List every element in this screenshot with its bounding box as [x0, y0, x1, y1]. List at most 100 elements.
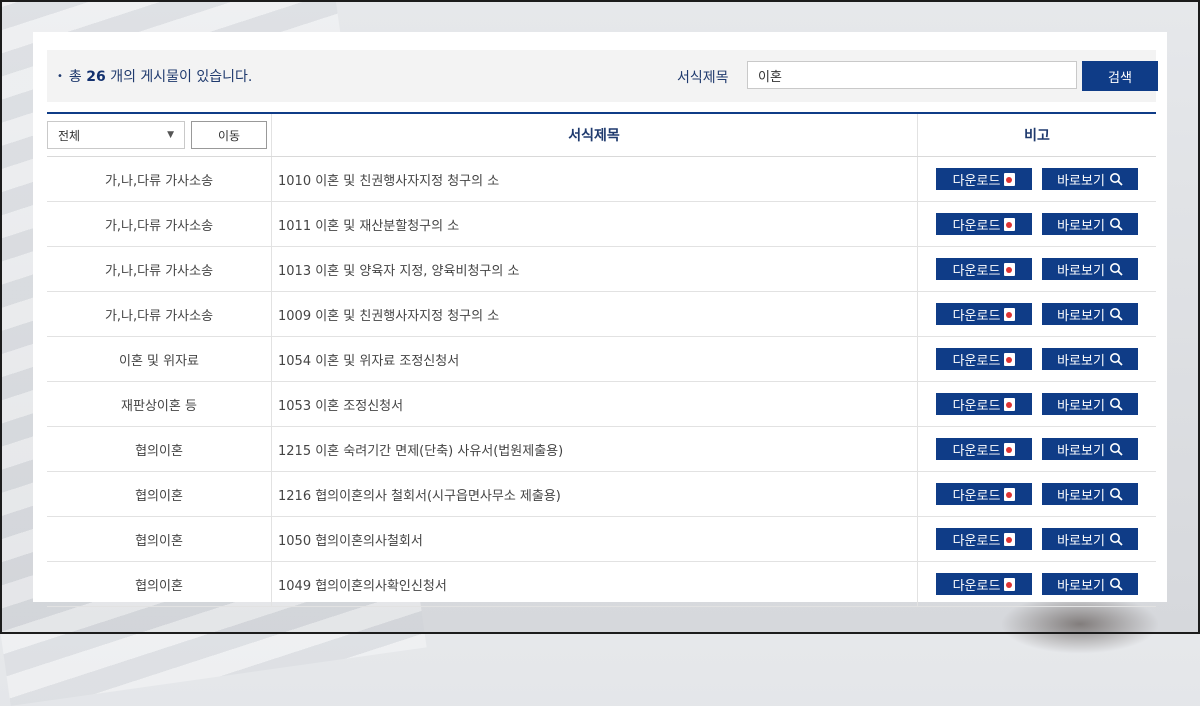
view-button[interactable]: 바로보기	[1042, 483, 1138, 505]
download-label: 다운로드	[952, 353, 1001, 369]
view-button[interactable]: 바로보기	[1042, 573, 1138, 595]
row-actions: 다운로드 바로보기	[917, 156, 1156, 202]
summary-count: 26	[86, 69, 106, 85]
search-icon	[1109, 353, 1123, 366]
download-label: 다운로드	[952, 488, 1001, 504]
column-header-title: 서식제목	[271, 113, 918, 157]
view-label: 바로보기	[1057, 533, 1105, 549]
view-button[interactable]: 바로보기	[1042, 528, 1138, 550]
download-label: 다운로드	[952, 218, 1001, 234]
row-category: 협의이혼	[47, 561, 272, 607]
download-label: 다운로드	[952, 533, 1001, 549]
search-button[interactable]: 검색	[1082, 61, 1158, 91]
search-icon	[1109, 398, 1123, 411]
row-category: 협의이혼	[47, 516, 272, 562]
file-icon	[1004, 172, 1016, 186]
download-label: 다운로드	[952, 398, 1001, 414]
row-actions: 다운로드 바로보기	[917, 336, 1156, 382]
row-title[interactable]: 1049 협의이혼의사확인신청서	[271, 561, 918, 607]
table-row: 가,나,다류 가사소송 1009 이혼 및 친권행사자지정 청구의 소 다운로드 바로…	[47, 291, 1156, 337]
table-row: 협의이혼 1216 협의이혼의사 철회서(시구읍면사무소 제출용) 다운로드 바로보기	[47, 471, 1156, 517]
search-icon	[1109, 443, 1123, 456]
row-actions: 다운로드 바로보기	[917, 291, 1156, 337]
row-actions: 다운로드 바로보기	[917, 561, 1156, 607]
download-button[interactable]: 다운로드	[936, 528, 1032, 550]
bullet-icon: •	[57, 71, 63, 82]
table-row: 이혼 및 위자료 1054 이혼 및 위자료 조정신청서 다운로드 바로보기	[47, 336, 1156, 382]
view-label: 바로보기	[1057, 173, 1105, 189]
summary-suffix: 개의 게시물이 있습니다.	[110, 69, 253, 85]
download-button[interactable]: 다운로드	[936, 483, 1032, 505]
view-label: 바로보기	[1057, 443, 1105, 459]
row-title[interactable]: 1009 이혼 및 친권행사자지정 청구의 소	[271, 291, 918, 337]
move-button[interactable]: 이동	[191, 121, 267, 149]
category-select-value: 전체	[58, 128, 81, 143]
file-icon	[1004, 442, 1016, 456]
view-button[interactable]: 바로보기	[1042, 348, 1138, 370]
row-category: 가,나,다류 가사소송	[47, 156, 272, 202]
row-title[interactable]: 1053 이혼 조정신청서	[271, 381, 918, 427]
content-panel: • 총 26 개의 게시물이 있습니다. 서식제목 검색 전체 ▼ 이동 서식제목…	[33, 32, 1167, 607]
search-bar: • 총 26 개의 게시물이 있습니다. 서식제목 검색	[47, 50, 1158, 102]
file-icon	[1004, 577, 1016, 591]
download-label: 다운로드	[952, 443, 1001, 459]
download-button[interactable]: 다운로드	[936, 168, 1032, 190]
total-count-text: • 총 26 개의 게시물이 있습니다.	[57, 66, 252, 86]
search-icon	[1109, 488, 1123, 501]
forms-table: 전체 ▼ 이동 서식제목 비고 가,나,다류 가사소송 1010 이혼 및 친권행…	[47, 112, 1156, 607]
category-select[interactable]: 전체 ▼	[47, 121, 185, 149]
download-button[interactable]: 다운로드	[936, 573, 1032, 595]
download-button[interactable]: 다운로드	[936, 303, 1032, 325]
search-icon	[1109, 578, 1123, 591]
view-button[interactable]: 바로보기	[1042, 213, 1138, 235]
table-row: 가,나,다류 가사소송 1010 이혼 및 친권행사자지정 청구의 소 다운로드 바로…	[47, 156, 1156, 202]
row-title[interactable]: 1050 협의이혼의사철회서	[271, 516, 918, 562]
row-title[interactable]: 1216 협의이혼의사 철회서(시구읍면사무소 제출용)	[271, 471, 918, 517]
summary-prefix: 총	[68, 69, 82, 85]
row-category: 가,나,다류 가사소송	[47, 291, 272, 337]
view-button[interactable]: 바로보기	[1042, 393, 1138, 415]
row-category: 협의이혼	[47, 426, 272, 472]
row-actions: 다운로드 바로보기	[917, 201, 1156, 247]
view-button[interactable]: 바로보기	[1042, 303, 1138, 325]
view-label: 바로보기	[1057, 398, 1105, 414]
row-title[interactable]: 1054 이혼 및 위자료 조정신청서	[271, 336, 918, 382]
download-button[interactable]: 다운로드	[936, 258, 1032, 280]
search-icon	[1109, 533, 1123, 546]
table-row: 재판상이혼 등 1053 이혼 조정신청서 다운로드 바로보기	[47, 381, 1156, 427]
view-label: 바로보기	[1057, 308, 1105, 324]
search-icon	[1109, 173, 1123, 186]
download-button[interactable]: 다운로드	[936, 438, 1032, 460]
row-actions: 다운로드 바로보기	[917, 471, 1156, 517]
download-button[interactable]: 다운로드	[936, 213, 1032, 235]
table-row: 가,나,다류 가사소송 1013 이혼 및 양육자 지정, 양육비청구의 소 다운로…	[47, 246, 1156, 292]
view-button[interactable]: 바로보기	[1042, 438, 1138, 460]
search-icon	[1109, 218, 1123, 231]
row-actions: 다운로드 바로보기	[917, 381, 1156, 427]
row-category: 가,나,다류 가사소송	[47, 246, 272, 292]
view-button[interactable]: 바로보기	[1042, 258, 1138, 280]
search-icon	[1109, 308, 1123, 321]
file-icon	[1004, 262, 1016, 276]
search-input[interactable]	[747, 61, 1077, 89]
download-button[interactable]: 다운로드	[936, 393, 1032, 415]
row-category: 가,나,다류 가사소송	[47, 201, 272, 247]
row-category: 재판상이혼 등	[47, 381, 272, 427]
row-title[interactable]: 1010 이혼 및 친권행사자지정 청구의 소	[271, 156, 918, 202]
row-title[interactable]: 1011 이혼 및 재산분할청구의 소	[271, 201, 918, 247]
file-icon	[1004, 307, 1016, 321]
row-title[interactable]: 1013 이혼 및 양육자 지정, 양육비청구의 소	[271, 246, 918, 292]
chevron-down-icon: ▼	[167, 130, 174, 140]
table-row: 가,나,다류 가사소송 1011 이혼 및 재산분할청구의 소 다운로드 바로보기	[47, 201, 1156, 247]
row-title[interactable]: 1215 이혼 숙려기간 면제(단축) 사유서(법원제출용)	[271, 426, 918, 472]
view-button[interactable]: 바로보기	[1042, 168, 1138, 190]
file-icon	[1004, 532, 1016, 546]
download-button[interactable]: 다운로드	[936, 348, 1032, 370]
search-label: 서식제목	[677, 70, 729, 86]
column-header-note: 비고	[917, 113, 1156, 157]
download-label: 다운로드	[952, 263, 1001, 279]
table-row: 협의이혼 1049 협의이혼의사확인신청서 다운로드 바로보기	[47, 561, 1156, 607]
table-header-row: 전체 ▼ 이동 서식제목 비고	[47, 113, 1156, 157]
file-icon	[1004, 487, 1016, 501]
view-label: 바로보기	[1057, 353, 1105, 369]
